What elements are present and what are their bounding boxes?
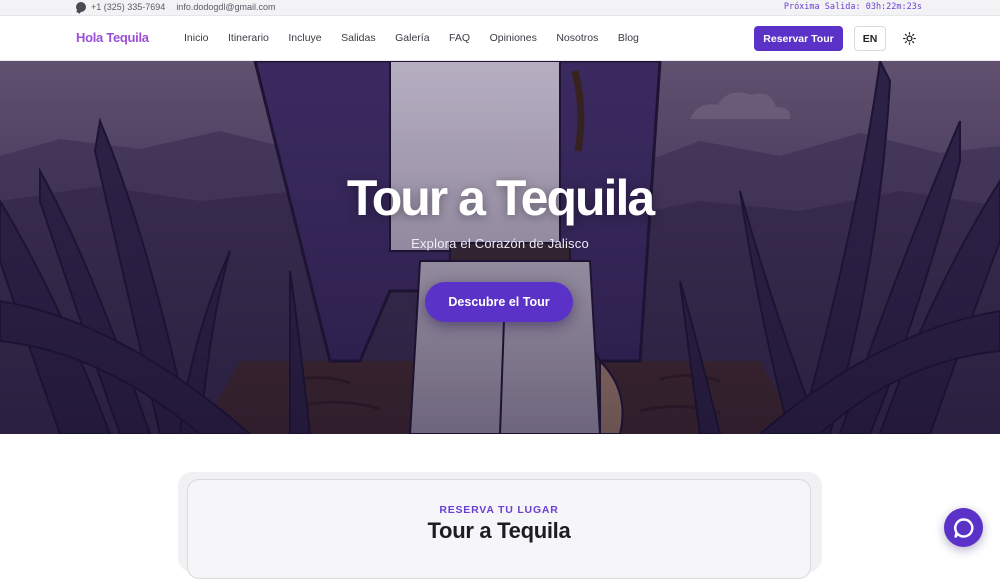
- nav-item-blog[interactable]: Blog: [618, 32, 639, 44]
- main-nav: Inicio Itinerario Incluye Salidas Galerí…: [184, 32, 658, 44]
- hero-title: Tour a Tequila: [346, 170, 655, 226]
- booking-eyebrow: RESERVA TU LUGAR: [439, 504, 559, 516]
- hero-subtitle: Explora el Corazón de Jalisco: [411, 236, 589, 251]
- sun-icon[interactable]: [903, 32, 916, 45]
- chat-bubble-icon: [953, 517, 973, 538]
- nav-item-opiniones[interactable]: Opiniones: [490, 32, 537, 44]
- language-toggle-button[interactable]: EN: [854, 26, 886, 51]
- chat-button[interactable]: [944, 508, 983, 547]
- phone-number[interactable]: +1 (325) 335-7694: [91, 2, 165, 12]
- site-header: Hola Tequila Inicio Itinerario Incluye S…: [0, 16, 1000, 61]
- site-logo[interactable]: Hola Tequila: [76, 30, 149, 45]
- reserve-tour-button[interactable]: Reservar Tour: [754, 26, 843, 51]
- top-info-bar: +1 (325) 335-7694 info.dodogdl@gmail.com…: [0, 0, 1000, 16]
- nav-item-faq[interactable]: FAQ: [449, 32, 470, 44]
- email-link[interactable]: info.dodogdl@gmail.com: [176, 2, 275, 12]
- phone-link[interactable]: +1 (325) 335-7694: [76, 2, 165, 12]
- nav-item-galeria[interactable]: Galería: [395, 32, 429, 44]
- whatsapp-icon: [76, 2, 86, 12]
- nav-item-itinerario[interactable]: Itinerario: [228, 32, 269, 44]
- next-departure-countdown: Próxima Salida: 03h:22m:23s: [783, 2, 922, 12]
- booking-card: RESERVA TU LUGAR Tour a Tequila: [187, 479, 811, 579]
- booking-title: Tour a Tequila: [427, 518, 571, 543]
- nav-item-nosotros[interactable]: Nosotros: [556, 32, 598, 44]
- nav-item-salidas[interactable]: Salidas: [341, 32, 375, 44]
- hero-section: Tour a Tequila Explora el Corazón de Jal…: [0, 61, 1000, 434]
- nav-item-inicio[interactable]: Inicio: [184, 32, 209, 44]
- discover-tour-button[interactable]: Descubre el Tour: [425, 282, 573, 322]
- nav-item-incluye[interactable]: Incluye: [288, 32, 321, 44]
- contact-info: +1 (325) 335-7694 info.dodogdl@gmail.com: [76, 2, 276, 12]
